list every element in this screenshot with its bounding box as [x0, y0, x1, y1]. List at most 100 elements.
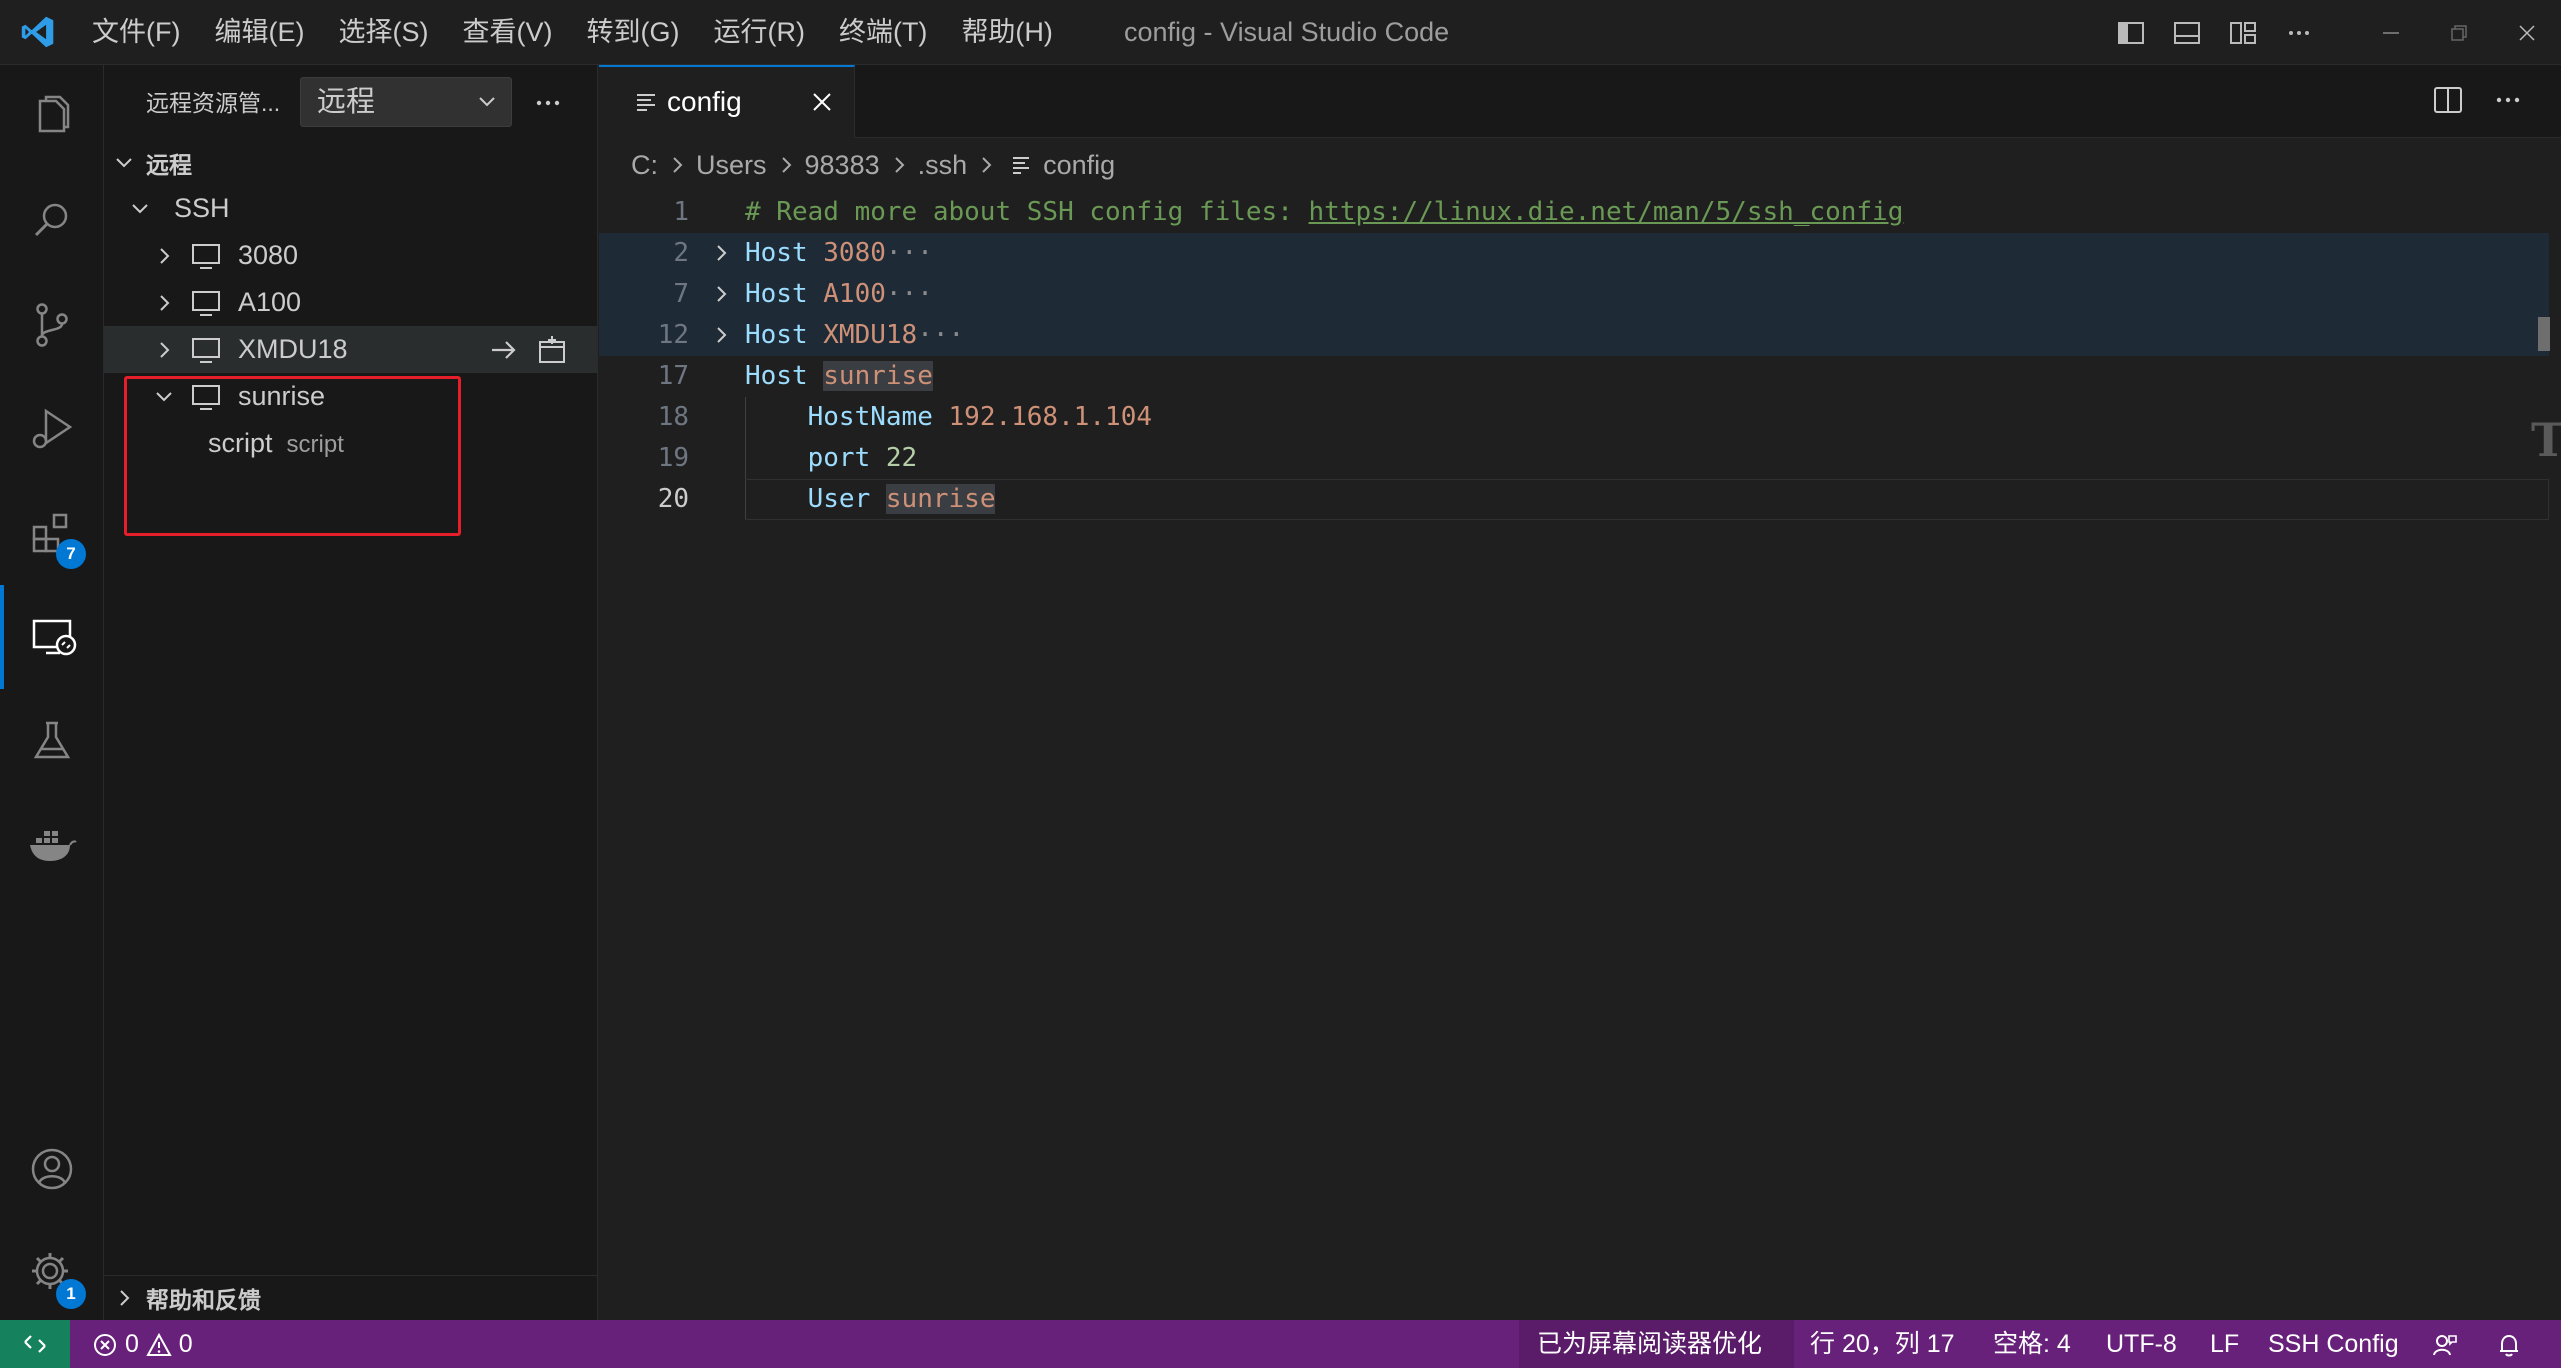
code-line-folded: 2 Host 3080···: [599, 233, 2549, 274]
language-mode[interactable]: SSH Config: [2268, 1320, 2399, 1368]
host-label: XMDU18: [238, 334, 348, 364]
toggle-panel-button[interactable]: [2159, 0, 2215, 65]
chevron-right-icon: [160, 342, 170, 358]
section-remote-header[interactable]: 远程: [104, 141, 598, 185]
line-number: 18: [657, 402, 689, 432]
section-help-feedback[interactable]: 帮助和反馈: [104, 1275, 598, 1320]
monitor-icon: [192, 338, 220, 363]
remote-explorer-sidebar: 远程资源管... 远程 远程 SSH 3080 A100 XMDU18 sunr…: [104, 65, 598, 1320]
menu-view[interactable]: 查看(V): [462, 0, 570, 65]
menu-edit[interactable]: 编辑(E): [214, 0, 322, 65]
chevron-right-icon[interactable]: [709, 282, 733, 306]
file-text-icon: [637, 94, 655, 111]
chevron-right-icon[interactable]: [709, 241, 733, 265]
highlight-box: [124, 376, 461, 536]
title-more-button[interactable]: [2271, 0, 2327, 65]
menu-go[interactable]: 转到(G): [586, 0, 697, 65]
indentation[interactable]: 空格: 4: [1993, 1320, 2071, 1368]
breadcrumb-item[interactable]: Users: [696, 150, 767, 181]
scrollbar-thumb[interactable]: [2538, 317, 2550, 351]
panel-layout-icon: [2174, 21, 2200, 44]
close-icon[interactable]: [809, 89, 835, 115]
notifications-button[interactable]: [2496, 1320, 2522, 1368]
problems-indicator[interactable]: 0 0: [92, 1320, 193, 1368]
editor-tab-bar: config: [599, 65, 2561, 138]
ellipsis-icon: [2289, 30, 2309, 35]
restore-button[interactable]: [2425, 0, 2493, 65]
encoding[interactable]: UTF-8: [2106, 1320, 2177, 1368]
sidebar-header: 远程资源管... 远程: [104, 65, 598, 141]
close-window-button[interactable]: [2493, 0, 2561, 65]
remote-explorer-icon: [32, 619, 77, 656]
bell-icon: [2500, 1335, 2518, 1357]
activity-remote-explorer[interactable]: [0, 585, 104, 689]
remote-connection-icon: [24, 1335, 46, 1353]
connect-in-new-window-icon[interactable]: [534, 332, 570, 368]
activity-accounts[interactable]: [0, 1117, 104, 1221]
remote-indicator-button[interactable]: [0, 1320, 70, 1368]
split-editor-icon[interactable]: [2431, 83, 2465, 117]
help-feedback-title: 帮助和反馈: [146, 1287, 261, 1313]
monitor-icon: [192, 291, 220, 316]
chevron-right-icon: [673, 157, 683, 173]
chevron-right-icon: [894, 157, 905, 173]
code-line: 18 HostName 192.168.1.104: [599, 397, 2549, 438]
line-number: 20: [657, 484, 689, 514]
editor-actions: [2431, 83, 2525, 117]
customize-layout-button[interactable]: [2215, 0, 2271, 65]
minimize-button[interactable]: [2357, 0, 2425, 65]
code-line-current: 20 User sunrise: [599, 479, 2549, 520]
breadcrumb-item[interactable]: config: [1043, 150, 1115, 181]
screen-reader-mode[interactable]: 已为屏幕阅读器优化: [1537, 1320, 1762, 1368]
toggle-primary-sidebar-button[interactable]: [2103, 0, 2159, 65]
feedback-button[interactable]: [2432, 1320, 2458, 1368]
activity-search[interactable]: [0, 169, 104, 273]
activity-bar: 7 1: [0, 65, 104, 1320]
line-number: 17: [657, 361, 689, 391]
menu-terminal[interactable]: 终端(T): [839, 0, 945, 65]
tree-host-xmdu18[interactable]: XMDU18: [104, 326, 598, 373]
activity-source-control[interactable]: [0, 273, 104, 377]
chevron-right-icon: [120, 1290, 130, 1306]
ellipsis-icon[interactable]: [2491, 83, 2525, 117]
end-of-line[interactable]: LF: [2210, 1320, 2239, 1368]
host-row-actions: [486, 332, 570, 368]
cursor-position[interactable]: 行 20，列 17: [1810, 1320, 1955, 1368]
breadcrumb-item[interactable]: .ssh: [918, 150, 968, 181]
code-line: 17 Host sunrise: [599, 356, 2549, 397]
menu-file[interactable]: 文件(F): [92, 0, 198, 65]
minimize-icon: [2383, 31, 2399, 34]
chevron-down-icon: [479, 97, 495, 107]
restore-icon: [2451, 24, 2467, 41]
tree-host-3080[interactable]: 3080: [104, 232, 598, 279]
sidebar-more-icon[interactable]: [530, 85, 566, 121]
docker-icon: [30, 831, 77, 861]
remote-type-select[interactable]: 远程: [300, 77, 512, 127]
activity-extensions[interactable]: 7: [0, 481, 104, 585]
activity-run-debug[interactable]: [0, 377, 104, 481]
breadcrumb-item[interactable]: C:: [631, 150, 658, 181]
warning-icon: [146, 1333, 172, 1357]
error-icon: [94, 1334, 116, 1357]
activity-explorer[interactable]: [0, 65, 104, 169]
connect-in-current-window-icon[interactable]: [486, 332, 522, 368]
tab-config[interactable]: config: [599, 65, 855, 138]
config-docs-link[interactable]: https://linux.die.net/man/5/ssh_config: [1309, 197, 1904, 227]
window-title: config - Visual Studio Code: [1124, 17, 1450, 47]
vscode-logo-icon: [21, 16, 54, 48]
activity-testing[interactable]: [0, 689, 104, 793]
activity-manage[interactable]: 1: [0, 1221, 104, 1325]
menu-run[interactable]: 运行(R): [713, 0, 822, 65]
activity-docker[interactable]: [0, 793, 104, 897]
chevron-down-icon: [132, 204, 148, 214]
line-text: HostName 192.168.1.104: [807, 402, 1153, 432]
breadcrumb-item[interactable]: 98383: [805, 150, 880, 181]
menu-help[interactable]: 帮助(H): [961, 0, 1070, 65]
tree-host-a100[interactable]: A100: [104, 279, 598, 326]
chevron-right-icon[interactable]: [709, 323, 733, 347]
chevron-right-icon: [982, 157, 992, 173]
tree-group-ssh[interactable]: SSH: [104, 185, 598, 232]
menu-selection[interactable]: 选择(S): [338, 0, 446, 65]
host-label: 3080: [238, 240, 299, 270]
host-label: A100: [238, 287, 302, 317]
